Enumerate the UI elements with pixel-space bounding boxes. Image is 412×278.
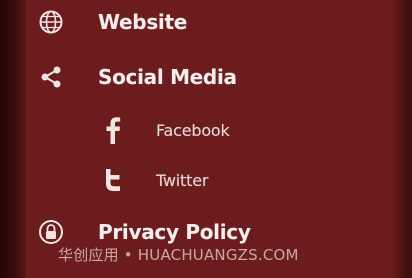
facebook-icon [98, 115, 128, 145]
menu-item-privacy-policy-label: Privacy Policy [98, 220, 251, 244]
menu-item-website-label: Website [98, 10, 188, 34]
menu-item-facebook[interactable]: Facebook [26, 110, 392, 150]
right-edge [392, 0, 412, 278]
lock-icon [36, 217, 66, 247]
app-frame: Website Social Media Facebook Twitter Pr… [0, 0, 412, 278]
menu-item-twitter-label: Twitter [156, 170, 209, 190]
globe-icon [36, 7, 66, 37]
watermark-text: 华创应用 • HUACHUANGZS.COM [58, 246, 299, 264]
menu-item-twitter[interactable]: Twitter [26, 160, 392, 200]
menu-item-website[interactable]: Website [26, 2, 392, 42]
menu-item-facebook-label: Facebook [156, 120, 230, 140]
menu-item-social-media-label: Social Media [98, 65, 237, 89]
menu-item-social-media[interactable]: Social Media [26, 57, 392, 97]
left-edge [0, 0, 26, 278]
side-menu-panel: Website Social Media Facebook Twitter Pr… [26, 0, 392, 278]
twitter-icon [98, 165, 128, 195]
share-icon [36, 62, 66, 92]
